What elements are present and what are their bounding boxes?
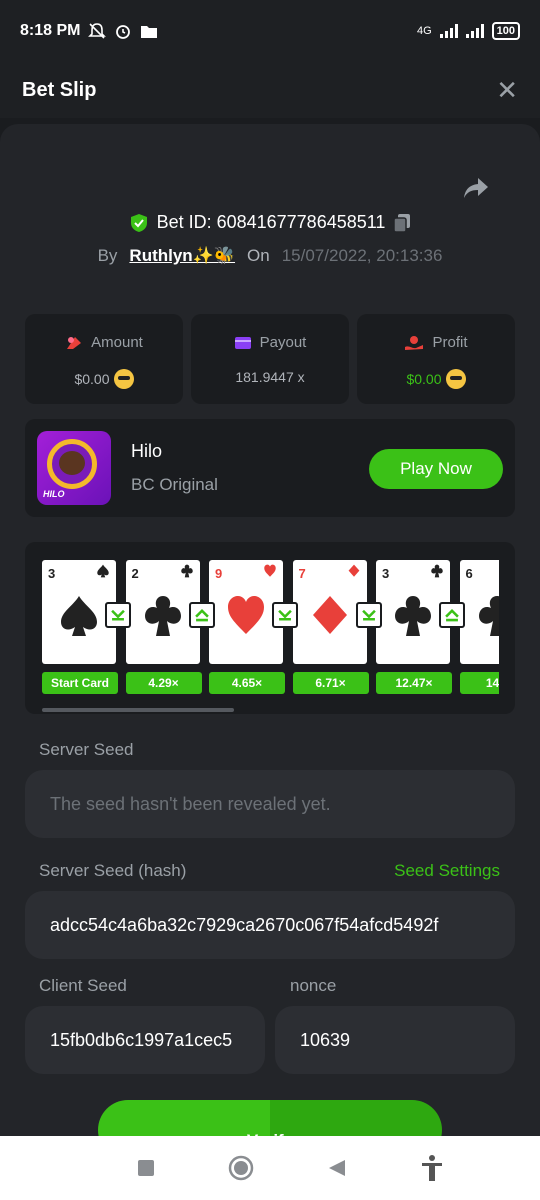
on-label: On bbox=[247, 246, 270, 265]
signal-icon-2 bbox=[465, 24, 484, 38]
page-title: Bet Slip bbox=[22, 78, 97, 101]
spade-icon bbox=[61, 596, 97, 636]
amount-value: $0.00 bbox=[74, 371, 110, 387]
multiplier-badge: Start Card bbox=[42, 672, 118, 694]
bet-date: 15/07/2022, 20:13:36 bbox=[281, 246, 443, 265]
battery-icon: 100 bbox=[491, 22, 520, 40]
bet-id: Bet ID: 60841677786458511 bbox=[156, 212, 386, 232]
seed-settings-link[interactable]: Seed Settings bbox=[394, 861, 500, 881]
coin-icon bbox=[113, 369, 134, 389]
club-icon bbox=[431, 564, 443, 578]
share-icon[interactable] bbox=[462, 176, 490, 200]
diamond-icon bbox=[348, 564, 359, 577]
game-provider: BC Original bbox=[131, 475, 218, 494]
multiplier-badge: 12.47× bbox=[376, 672, 452, 694]
stat-amount: Amount $0.00 bbox=[25, 314, 183, 404]
club-icon bbox=[395, 596, 431, 636]
network-type: 4G bbox=[416, 25, 432, 37]
card-rank: 7 bbox=[298, 566, 306, 581]
card-rank: 3 bbox=[48, 566, 56, 581]
header: Bet Slip ✕ bbox=[0, 62, 540, 118]
multiplier-badge: 14.7 bbox=[459, 672, 499, 694]
card-rank: 3 bbox=[382, 566, 390, 581]
amount-label: Amount bbox=[91, 334, 143, 351]
amount-icon bbox=[67, 336, 82, 349]
alarm-icon bbox=[116, 25, 131, 39]
wallet-icon bbox=[234, 336, 251, 349]
nonce-label: nonce bbox=[290, 976, 337, 995]
home-icon[interactable] bbox=[228, 1155, 254, 1181]
coin-icon bbox=[445, 369, 466, 389]
profit-icon bbox=[405, 335, 424, 350]
diamond-icon bbox=[312, 596, 347, 634]
server-seed-hash-field[interactable]: adcc54c4a6ba32c7929ca2670c067f54afcd5492… bbox=[25, 891, 515, 959]
by-label: By bbox=[97, 246, 118, 265]
back-icon[interactable] bbox=[327, 1158, 347, 1178]
status-time: 8:18 PM bbox=[20, 22, 81, 39]
stats-row: Amount $0.00 Payout 181.9447 x Profit $0… bbox=[25, 314, 515, 404]
bet-byline: By Ruthlyn✨🐝 On 15/07/2022, 20:13:36 bbox=[0, 246, 540, 266]
game-name: Hilo bbox=[131, 441, 163, 461]
shield-check-icon bbox=[130, 213, 147, 232]
bet-id-row: Bet ID: 60841677786458511 bbox=[0, 212, 540, 233]
card-rank: 2 bbox=[131, 566, 139, 581]
playing-card: 6 bbox=[459, 560, 499, 664]
play-now-button[interactable]: Play Now bbox=[369, 449, 503, 489]
arrow-down-icon bbox=[105, 602, 131, 628]
multiplier-badge: 4.29× bbox=[125, 672, 202, 694]
arrow-up-icon bbox=[439, 602, 465, 628]
arrow-up-icon bbox=[188, 602, 215, 628]
server-seed-field[interactable]: The seed hasn't been revealed yet. bbox=[25, 770, 515, 838]
spade-icon bbox=[97, 564, 109, 578]
multiplier-badge: 6.71× bbox=[292, 672, 369, 694]
thumb-label: HILO bbox=[43, 489, 65, 499]
signal-icon bbox=[439, 24, 458, 38]
folder-icon bbox=[141, 26, 158, 38]
cards-strip[interactable]: 3 Start Card 2 4.29× 9 4.65× 7 6.71× 3 12.47× 6 14.… bbox=[42, 560, 499, 700]
profit-label: Profit bbox=[432, 334, 468, 351]
multiplier-badge: 4.65× bbox=[209, 672, 285, 694]
accessibility-icon[interactable] bbox=[420, 1154, 444, 1182]
heart-icon bbox=[264, 564, 276, 577]
card-rank: 9 bbox=[215, 566, 223, 581]
payout-label: Payout bbox=[259, 334, 307, 351]
club-icon bbox=[144, 596, 181, 636]
bet-slip-panel: Bet ID: 60841677786458511 By Ruthlyn✨🐝 O… bbox=[0, 124, 540, 1136]
mute-icon bbox=[88, 23, 107, 39]
user-link[interactable]: Ruthlyn✨🐝 bbox=[129, 246, 235, 266]
client-seed-label: Client Seed bbox=[39, 976, 127, 995]
server-seed-label: Server Seed bbox=[39, 740, 134, 759]
copy-icon[interactable] bbox=[393, 213, 411, 233]
heart-icon bbox=[228, 596, 264, 634]
arrow-down-icon bbox=[355, 602, 382, 628]
club-icon bbox=[478, 596, 499, 636]
stat-profit: Profit $0.00 bbox=[357, 314, 515, 404]
system-nav-bar bbox=[0, 1136, 540, 1200]
arrow-down-icon bbox=[272, 602, 298, 628]
nonce-field[interactable]: 10639 bbox=[275, 1006, 515, 1074]
hilo-game-thumbnail[interactable]: HILO bbox=[37, 431, 111, 505]
close-icon[interactable]: ✕ bbox=[496, 75, 518, 106]
game-card: HILO Hilo BC Original Play Now bbox=[25, 419, 515, 517]
club-icon bbox=[180, 564, 193, 578]
status-bar: 8:18 PM 4G 100 bbox=[0, 0, 540, 62]
verify-button[interactable]: Verify bbox=[98, 1100, 442, 1136]
horizontal-scrollbar[interactable] bbox=[42, 708, 234, 712]
card-rank: 6 bbox=[465, 566, 473, 581]
cards-history[interactable]: 3 Start Card 2 4.29× 9 4.65× 7 6.71× 3 12.47× 6 14.… bbox=[25, 542, 515, 714]
stat-payout: Payout 181.9447 x bbox=[191, 314, 349, 404]
profit-value: $0.00 bbox=[406, 371, 442, 387]
client-seed-field[interactable]: 15fb0db6c1997a1cec5 bbox=[25, 1006, 265, 1074]
payout-value: 181.9447 x bbox=[235, 369, 305, 385]
server-seed-hash-label: Server Seed (hash) bbox=[39, 861, 187, 880]
recent-apps-icon[interactable] bbox=[137, 1159, 155, 1177]
